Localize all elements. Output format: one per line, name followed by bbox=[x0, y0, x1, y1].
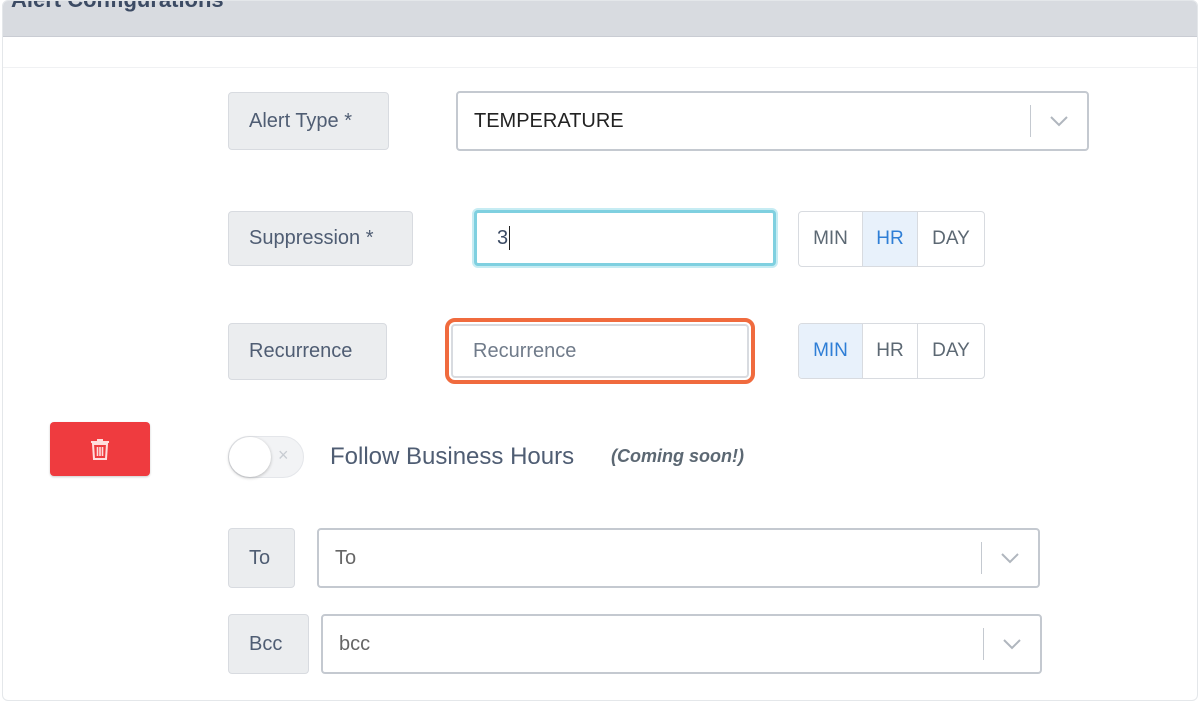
suppression-unit-hr[interactable]: HR bbox=[863, 212, 918, 266]
recurrence-unit-day[interactable]: DAY bbox=[918, 324, 984, 378]
recurrence-input[interactable]: Recurrence bbox=[451, 324, 749, 378]
suppression-unit-selector: MIN HR DAY bbox=[798, 211, 985, 267]
panel-header: Alert Configurations bbox=[3, 1, 1197, 37]
alert-type-value: TEMPERATURE bbox=[474, 109, 624, 132]
chevron-down-icon[interactable] bbox=[984, 638, 1040, 650]
toggle-knob bbox=[229, 437, 271, 477]
recurrence-unit-selector: MIN HR DAY bbox=[798, 323, 985, 379]
text-caret bbox=[509, 226, 511, 250]
trash-icon bbox=[91, 439, 109, 460]
to-label: To bbox=[228, 528, 295, 588]
to-select[interactable]: To bbox=[317, 528, 1040, 588]
business-hours-toggle[interactable]: × bbox=[228, 436, 304, 478]
bcc-label: Bcc bbox=[228, 614, 309, 674]
suppression-unit-day[interactable]: DAY bbox=[918, 212, 984, 266]
bcc-select[interactable]: bcc bbox=[321, 614, 1042, 674]
to-placeholder: To bbox=[335, 546, 357, 569]
chevron-down-icon[interactable] bbox=[982, 552, 1038, 564]
divider bbox=[3, 67, 1197, 68]
delete-button[interactable] bbox=[50, 422, 150, 476]
panel-title: Alert Configurations bbox=[11, 1, 224, 13]
coming-soon-note: (Coming soon!) bbox=[611, 446, 744, 466]
bcc-placeholder: bcc bbox=[339, 632, 371, 655]
suppression-label: Suppression * bbox=[228, 211, 413, 266]
recurrence-unit-hr[interactable]: HR bbox=[863, 324, 918, 378]
alert-type-label: Alert Type * bbox=[228, 92, 389, 150]
toggle-off-icon: × bbox=[278, 445, 289, 465]
recurrence-unit-min[interactable]: MIN bbox=[799, 324, 863, 378]
suppression-input[interactable]: 3 bbox=[474, 210, 776, 266]
recurrence-placeholder: Recurrence bbox=[473, 339, 577, 362]
suppression-value: 3 bbox=[497, 226, 509, 249]
suppression-unit-min[interactable]: MIN bbox=[799, 212, 863, 266]
alert-type-select[interactable]: TEMPERATURE bbox=[456, 91, 1089, 151]
recurrence-label: Recurrence bbox=[228, 323, 387, 380]
business-hours-label: Follow Business Hours bbox=[330, 443, 575, 470]
chevron-down-icon[interactable] bbox=[1031, 115, 1087, 127]
